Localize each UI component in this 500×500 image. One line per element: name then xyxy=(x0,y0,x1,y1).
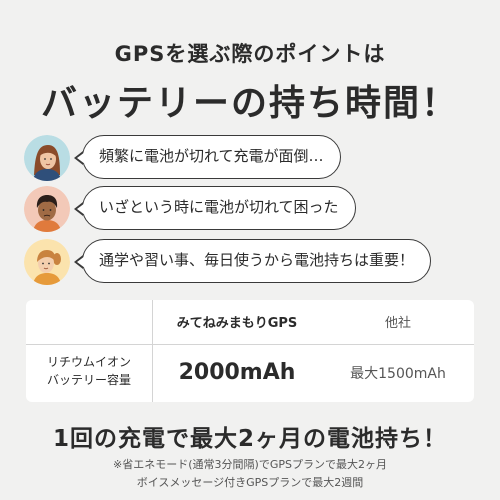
subtitle: GPSを選ぶ際のポイントは xyxy=(114,42,386,66)
comment-bubble: 通学や習い事、毎日使うから電池持ちは重要！ xyxy=(73,239,432,283)
headline: 1回の充電で最大2ヶ月の電池持ち！ xyxy=(52,426,447,452)
column-header-mitene: みてねみまもりGPS xyxy=(176,316,298,331)
battery-value-mitene: 2000mAh xyxy=(178,360,296,385)
page-title: バッテリーの持ち時間！ xyxy=(40,83,459,124)
comparison-table: みてねみまもりGPS 他社 リチウムイオン バッテリー容量 2000mAh 最大… xyxy=(26,300,474,402)
man-dark-hair-avatar xyxy=(24,186,70,232)
row-label-line: リチウムイオン xyxy=(46,355,131,369)
table-divider xyxy=(26,344,474,345)
comment-bubble: 頻繁に電池が切れて充電が面倒… xyxy=(74,135,341,179)
column-header-other: 他社 xyxy=(384,316,411,331)
footnote: ※省エネモード(通常3分間隔)でGPSプランで最大2ヶ月 xyxy=(113,458,387,471)
row-label-battery: リチウムイオン バッテリー容量 xyxy=(26,353,152,389)
row-label-line: バッテリー容量 xyxy=(46,373,131,387)
girl-ponytail-avatar xyxy=(24,239,70,285)
footnote: ボイスメッセージ付きGPSプランで最大2週間 xyxy=(136,476,364,489)
woman-brown-hair-avatar xyxy=(24,135,70,181)
comment-bubble: いざという時に電池が切れて困った xyxy=(74,186,356,230)
battery-value-other: 最大1500mAh xyxy=(350,366,446,382)
